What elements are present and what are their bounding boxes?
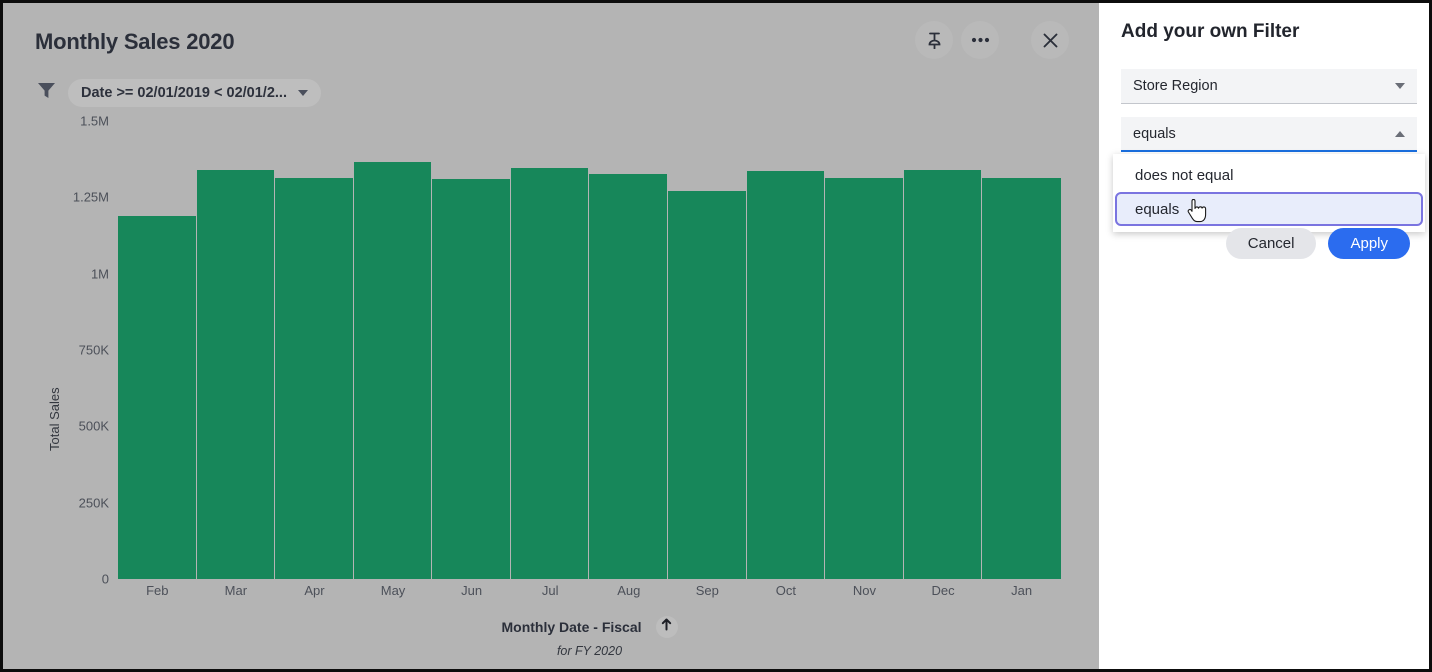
bar-chart: Total Sales 0250K500K750K1M1.25M1.5M Feb… bbox=[3, 121, 1099, 669]
pin-button[interactable] bbox=[915, 21, 953, 59]
bar-column bbox=[432, 121, 511, 579]
y-axis-tick-label: 750K bbox=[79, 343, 109, 358]
filter-panel-title: Add your own Filter bbox=[1121, 21, 1299, 43]
filter-operator-value: equals bbox=[1133, 126, 1395, 142]
x-axis-title-row: Monthly Date - Fiscal bbox=[118, 616, 1061, 638]
x-axis-tick-label: May bbox=[354, 583, 433, 598]
x-axis-ticks: FebMarAprMayJunJulAugSepOctNovDecJan bbox=[118, 583, 1061, 598]
cancel-button[interactable]: Cancel bbox=[1226, 228, 1317, 259]
funnel-icon bbox=[37, 82, 56, 104]
panel-buttons: Cancel Apply bbox=[1226, 228, 1410, 259]
pin-icon bbox=[927, 32, 942, 49]
x-axis-tick-label: Jul bbox=[511, 583, 590, 598]
bar-column bbox=[982, 121, 1061, 579]
operator-dropdown-list: does not equalequals bbox=[1113, 154, 1425, 232]
bar[interactable] bbox=[825, 178, 904, 580]
page-title: Monthly Sales 2020 bbox=[35, 29, 234, 55]
bar-column bbox=[118, 121, 197, 579]
x-axis-tick-label: Mar bbox=[197, 583, 276, 598]
x-axis-title: Monthly Date - Fiscal bbox=[501, 619, 641, 635]
chevron-down-icon bbox=[298, 90, 308, 96]
apply-button[interactable]: Apply bbox=[1328, 228, 1410, 259]
bar[interactable] bbox=[354, 162, 433, 579]
bar[interactable] bbox=[904, 170, 983, 579]
bar[interactable] bbox=[432, 179, 511, 579]
bar-column bbox=[589, 121, 668, 579]
x-axis-tick-label: Dec bbox=[904, 583, 983, 598]
filter-field-value: Store Region bbox=[1133, 78, 1395, 94]
dropdown-option[interactable]: does not equal bbox=[1115, 158, 1423, 192]
x-axis-subtitle: for FY 2020 bbox=[118, 644, 1061, 658]
screenshot-root: Monthly Sales 2020 bbox=[0, 0, 1432, 672]
bar-column bbox=[825, 121, 904, 579]
x-axis-tick-label: Jan bbox=[982, 583, 1061, 598]
dropdown-option[interactable]: equals bbox=[1115, 192, 1423, 226]
y-axis-tick-label: 500K bbox=[79, 419, 109, 434]
date-filter-chip[interactable]: Date >= 02/01/2019 < 02/01/2... bbox=[68, 79, 321, 107]
bar-column bbox=[275, 121, 354, 579]
sort-ascending-button[interactable] bbox=[656, 616, 678, 638]
bar-column bbox=[197, 121, 276, 579]
bar[interactable] bbox=[511, 168, 590, 579]
plot-area bbox=[118, 121, 1061, 579]
y-axis-tick-label: 0 bbox=[102, 572, 109, 587]
more-options-icon bbox=[971, 37, 990, 43]
close-button[interactable] bbox=[1031, 21, 1069, 59]
bar-column bbox=[511, 121, 590, 579]
x-axis-tick-label: Sep bbox=[668, 583, 747, 598]
date-filter-chip-label: Date >= 02/01/2019 < 02/01/2... bbox=[81, 85, 287, 101]
x-axis-tick-label: Oct bbox=[747, 583, 826, 598]
bar[interactable] bbox=[197, 170, 276, 579]
y-axis-tick-label: 250K bbox=[79, 495, 109, 510]
more-options-button[interactable] bbox=[961, 21, 999, 59]
y-axis-tick-label: 1M bbox=[91, 266, 109, 281]
filter-panel: Add your own Filter Store Region equals … bbox=[1099, 3, 1429, 669]
bar[interactable] bbox=[275, 178, 354, 580]
dashboard-tile: Monthly Sales 2020 bbox=[3, 3, 1099, 669]
x-axis-tick-label: Jun bbox=[432, 583, 511, 598]
bar[interactable] bbox=[747, 171, 826, 579]
x-axis-tick-label: Aug bbox=[589, 583, 668, 598]
tile-actions bbox=[915, 21, 1069, 59]
close-icon bbox=[1043, 33, 1058, 48]
arrow-up-icon bbox=[661, 618, 672, 636]
bar-column bbox=[747, 121, 826, 579]
bar[interactable] bbox=[589, 174, 668, 579]
filter-operator-select[interactable]: equals bbox=[1121, 117, 1417, 152]
x-axis-tick-label: Nov bbox=[825, 583, 904, 598]
bar[interactable] bbox=[118, 216, 197, 579]
bar-column bbox=[668, 121, 747, 579]
filter-row: Date >= 02/01/2019 < 02/01/2... bbox=[37, 79, 321, 107]
y-axis-tick-label: 1.25M bbox=[73, 190, 109, 205]
chevron-down-icon bbox=[1395, 83, 1405, 89]
bar-column bbox=[354, 121, 433, 579]
y-axis-tick-label: 1.5M bbox=[80, 114, 109, 129]
bar[interactable] bbox=[668, 191, 747, 579]
x-axis-tick-label: Apr bbox=[275, 583, 354, 598]
filter-field-select[interactable]: Store Region bbox=[1121, 69, 1417, 104]
y-axis-ticks: 0250K500K750K1M1.25M1.5M bbox=[3, 121, 109, 591]
bar-column bbox=[904, 121, 983, 579]
bar[interactable] bbox=[982, 178, 1061, 580]
chevron-up-icon bbox=[1395, 131, 1405, 137]
x-axis-tick-label: Feb bbox=[118, 583, 197, 598]
